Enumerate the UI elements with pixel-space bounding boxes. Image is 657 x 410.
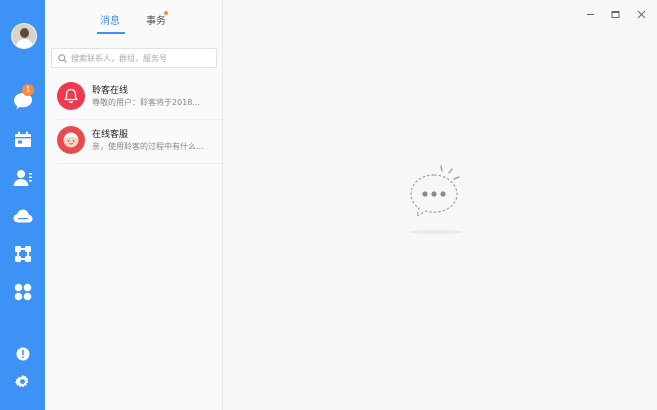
info-icon <box>16 347 29 361</box>
conversation-preview: 尊敬的用户：聆客将于2018... <box>92 98 200 107</box>
user-avatar[interactable] <box>11 23 37 49</box>
nav-settings[interactable] <box>8 368 37 394</box>
close-button[interactable] <box>635 8 647 20</box>
tab-messages[interactable]: 消息 <box>100 12 120 27</box>
nav-apps[interactable] <box>8 279 37 305</box>
nav-cloud[interactable] <box>8 203 37 229</box>
divider <box>57 163 222 164</box>
nav-rail: 1 <box>0 0 45 410</box>
nav-info[interactable] <box>8 341 37 367</box>
maximize-button[interactable] <box>609 8 621 20</box>
conversation-title: 在线客服 <box>92 130 129 140</box>
calendar-icon <box>14 131 31 147</box>
cloud-icon <box>13 209 32 223</box>
service-avatar-icon <box>57 126 85 154</box>
nav-calendar[interactable] <box>8 126 37 152</box>
conversation-preview: 亲，使用聆客的过程中有什么... <box>92 142 204 151</box>
close-icon <box>637 10 645 18</box>
minimize-icon <box>586 13 594 15</box>
conversation-item[interactable]: 在线客服 亲，使用聆客的过程中有什么... <box>45 120 222 164</box>
maximize-icon <box>611 10 619 18</box>
conversation-title: 聆客在线 <box>92 86 129 96</box>
search-input[interactable] <box>71 53 211 63</box>
tab-tasks[interactable]: 事务 <box>146 12 166 27</box>
nav-contacts[interactable] <box>8 165 37 191</box>
empty-chat-icon <box>410 165 462 234</box>
nav-messages[interactable]: 1 <box>8 84 37 114</box>
gear-icon <box>15 374 29 387</box>
contacts-icon <box>13 170 32 186</box>
app-window: 1 消息 事务 搜索联系人，群组，服务号 聆客在线 尊敬的用户：聆客将于2018… <box>0 0 657 410</box>
chat-area <box>223 0 657 410</box>
nav-workbench[interactable] <box>8 241 37 267</box>
minimize-button[interactable] <box>584 8 596 20</box>
conversation-panel: 消息 事务 聆客在线 尊敬的用户：聆客将于2018... <box>45 0 223 410</box>
conversation-item[interactable]: 聆客在线 尊敬的用户：聆客将于2018... <box>45 76 222 120</box>
bell-icon <box>57 82 85 110</box>
apps-icon <box>14 283 31 301</box>
search-box <box>51 48 217 68</box>
active-tab-indicator <box>97 32 125 34</box>
unread-badge: 1 <box>22 84 34 96</box>
grid-nodes-icon <box>14 246 31 262</box>
search-icon <box>58 53 67 63</box>
tasks-notification-dot <box>164 11 168 15</box>
